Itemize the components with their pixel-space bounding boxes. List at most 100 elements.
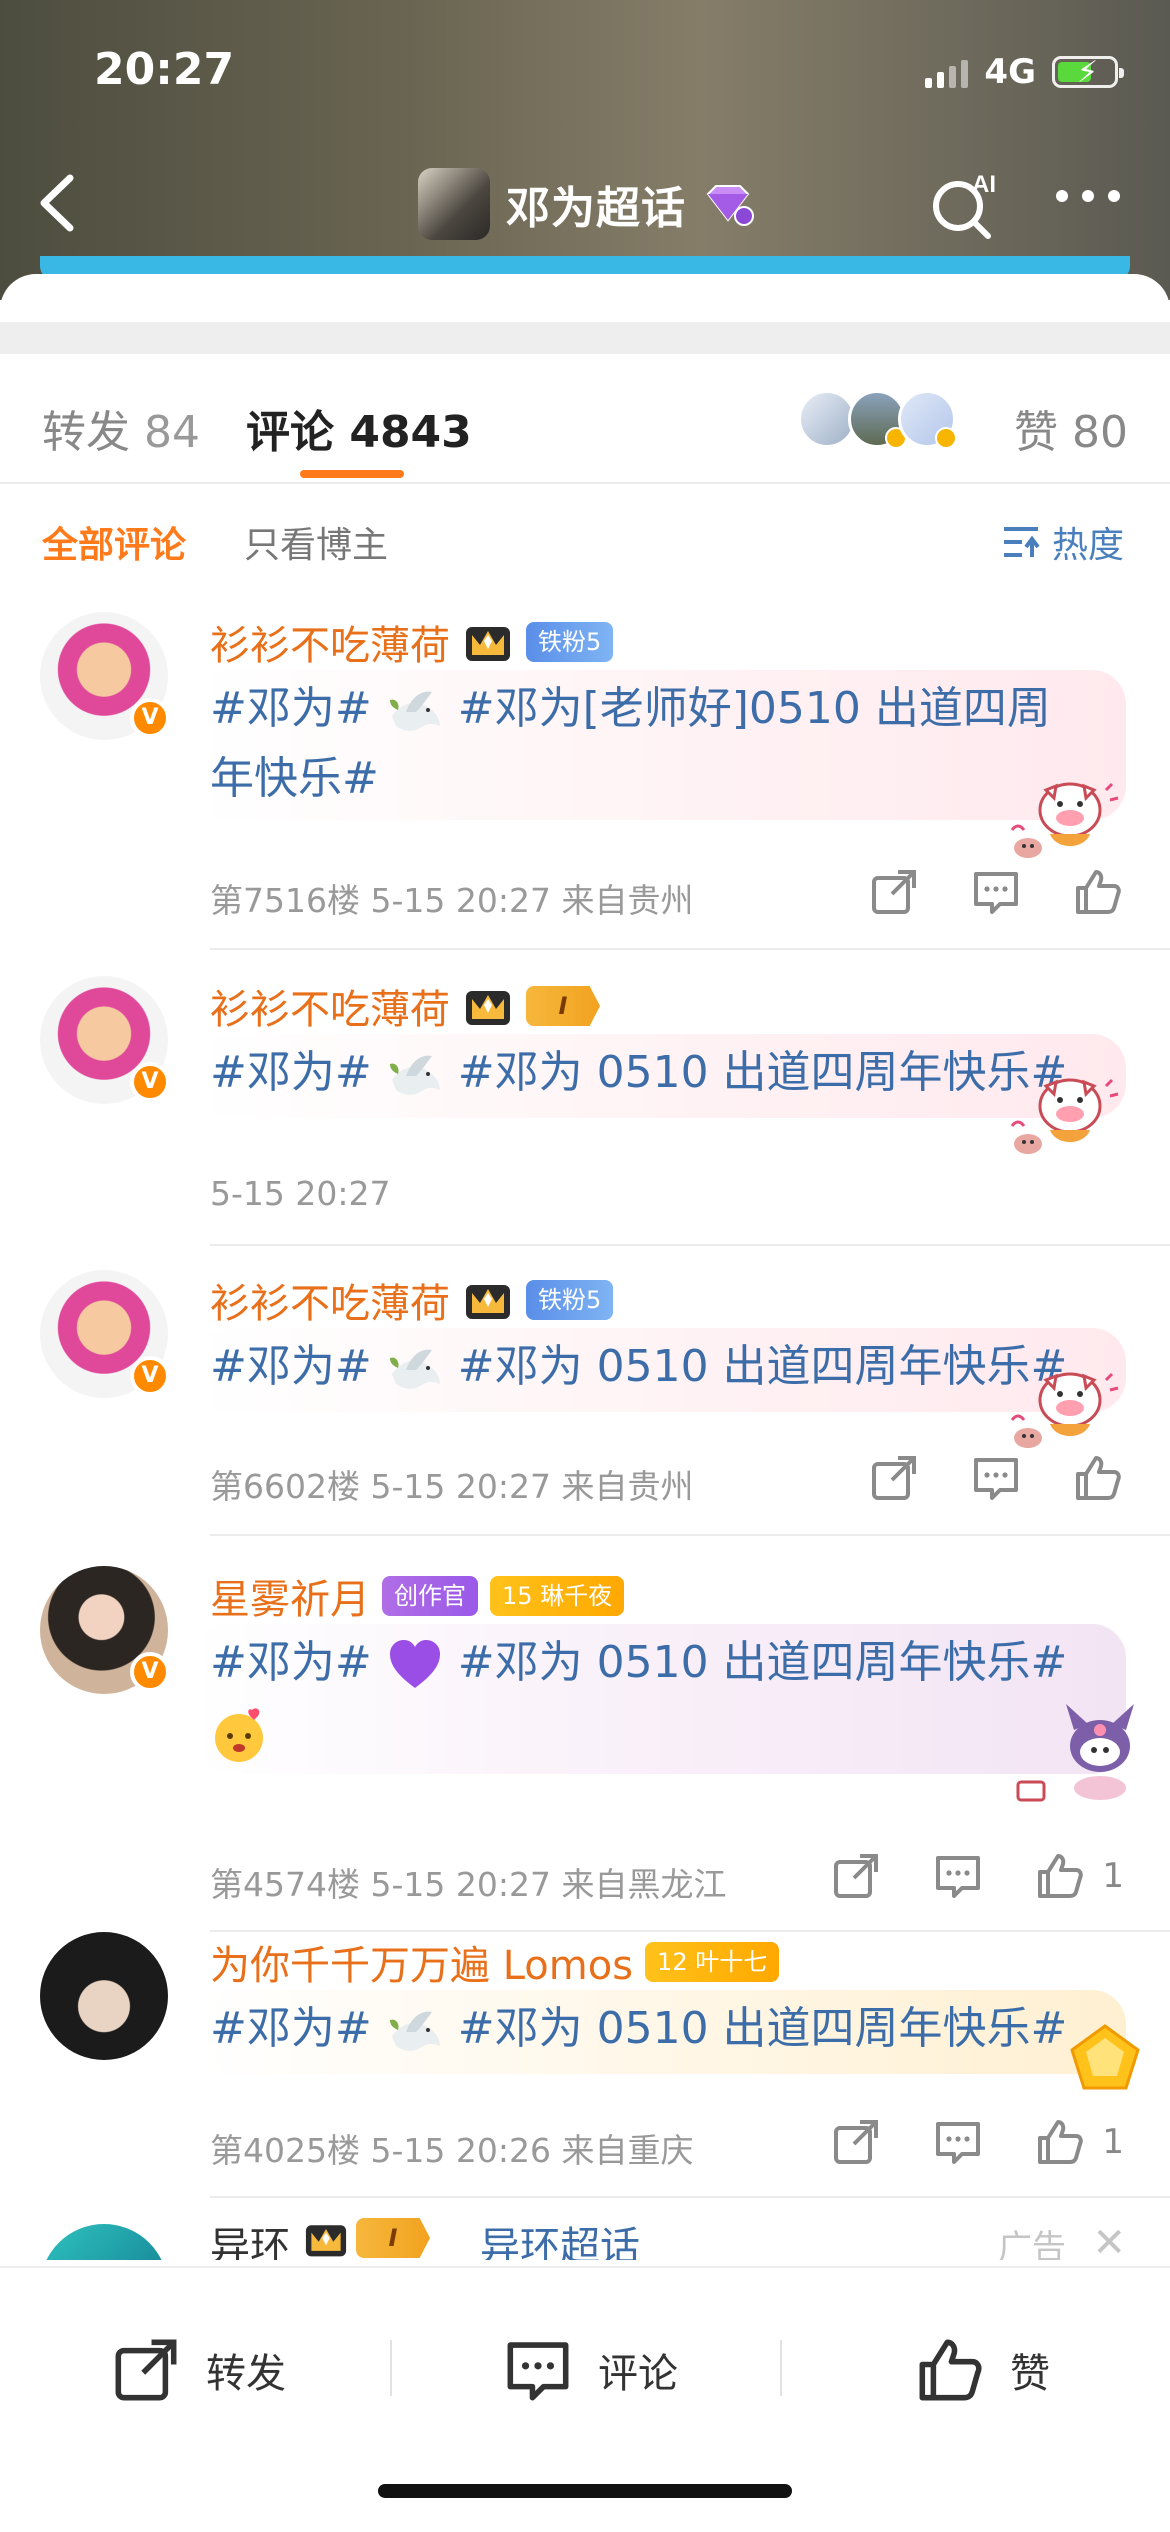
nav-title-group[interactable]: 邓为超话 <box>418 166 754 242</box>
comment-item[interactable]: V 星雾祈月 创作官 15 琳千夜 #邓为# #邓为 0510 出道四周年快乐# <box>0 1566 1170 1946</box>
avatar[interactable]: V <box>40 1270 170 1398</box>
like-label: 赞 <box>1010 2351 1050 2397</box>
tab-repost[interactable]: 转发 84 <box>42 396 200 460</box>
crown-icon <box>466 1285 510 1319</box>
floor-number: 第6602楼 <box>210 1467 360 1506</box>
comment-meta: 第6602楼 5-15 20:27 来自贵州 <box>210 1460 693 1508</box>
ai-search-icon[interactable]: AI <box>928 166 1004 242</box>
tab-comment-label: 评论 <box>246 407 334 458</box>
ad-topic-link[interactable]: 异环超话 <box>480 2214 640 2260</box>
topic-link[interactable]: #邓为# <box>210 1637 372 1688</box>
reply-icon[interactable] <box>932 2116 984 2168</box>
tab-like-label: 赞 <box>1014 407 1058 458</box>
verified-badge: V <box>130 1356 170 1396</box>
comment-icon <box>507 2342 569 2401</box>
ad-label: 广告 <box>998 2228 1066 2260</box>
status-icons: 4G ⚡ <box>925 52 1124 92</box>
comment-text[interactable]: #邓为# #邓为 0510 出道四周年快乐# <box>210 1332 1110 1402</box>
comment-header: 衫衫不吃薄荷 铁粉5 <box>210 1270 614 1330</box>
sort-button[interactable]: 热度 <box>1002 516 1124 568</box>
username[interactable]: 衫衫不吃薄荷 <box>210 977 450 1035</box>
tab-like[interactable]: 赞 80 <box>1014 396 1128 460</box>
ad-item[interactable]: 异环 I 异环超话 广告 ✕ <box>0 2214 1170 2260</box>
topic-link[interactable]: #邓为# <box>210 1341 372 1392</box>
username[interactable]: 衫衫不吃薄荷 <box>210 613 450 671</box>
comment-actions: 1 <box>780 2116 1124 2168</box>
share-icon[interactable] <box>868 1452 920 1504</box>
pig-sticker-icon <box>1010 782 1120 860</box>
like-icon[interactable] <box>1034 2116 1086 2168</box>
fan-level: 12 <box>657 1948 688 1976</box>
tab-comment[interactable]: 评论 4843 <box>246 396 472 460</box>
comment-header: 衫衫不吃薄荷 铁粉5 <box>210 612 614 672</box>
share-icon <box>115 2339 177 2401</box>
comment-actions <box>818 1452 1124 1504</box>
like-icon[interactable] <box>1034 1850 1086 1902</box>
ad-username[interactable]: 异环 <box>210 2214 290 2260</box>
comment-text[interactable]: #邓为# #邓为 0510 出道四周年快乐# <box>210 1994 1110 2064</box>
like-count: 1 <box>1102 2122 1124 2162</box>
topic-avatar <box>418 168 490 240</box>
liker-avatars[interactable] <box>798 390 957 449</box>
username[interactable]: 为你千千万万遍 Lomos <box>210 1933 633 1991</box>
divider <box>210 948 1170 950</box>
home-indicator <box>378 2484 792 2498</box>
avatar[interactable] <box>40 1932 168 2060</box>
topic-link[interactable]: #邓为 0510 出道四周年快乐# <box>458 1341 1068 1392</box>
sort-icon <box>1003 527 1040 557</box>
username[interactable]: 星雾祈月 <box>210 1567 370 1625</box>
dove-icon <box>389 691 440 731</box>
pig-sticker-icon <box>1010 1372 1120 1450</box>
repost-button[interactable]: 转发 <box>110 2334 286 2406</box>
location: 来自贵州 <box>561 881 694 920</box>
like-icon[interactable] <box>1072 866 1124 918</box>
topic-link[interactable]: #邓为# <box>210 1047 372 1098</box>
comment-text[interactable]: #邓为# #邓为 0510 出道四周年快乐# <box>210 1628 1110 1768</box>
timestamp: 5-15 20:26 <box>370 2131 551 2170</box>
more-icon[interactable] <box>1056 190 1120 202</box>
close-icon[interactable]: ✕ <box>1092 2220 1126 2260</box>
comment-item[interactable]: 为你千千万万遍 Lomos 12 叶十七 #邓为# #邓为 0510 出道四周年… <box>0 1932 1170 2212</box>
reply-icon[interactable] <box>932 1850 984 1902</box>
fan-group: 琳千夜 <box>540 1582 613 1610</box>
timestamp: 5-15 20:27 <box>370 881 551 920</box>
comment-header: 衫衫不吃薄荷 I <box>210 976 600 1036</box>
comment-button[interactable]: 评论 <box>502 2334 678 2406</box>
topic-link[interactable]: #邓为 0510 出道四周年快乐# <box>458 1637 1068 1688</box>
comment-text[interactable]: #邓为# #邓为 0510 出道四周年快乐# <box>210 1038 1110 1108</box>
share-icon[interactable] <box>830 1850 882 1902</box>
comment-item[interactable]: V 衫衫不吃薄荷 铁粉5 #邓为# #邓为 0510 出道四周年快乐# 第660… <box>0 1270 1170 1600</box>
share-icon[interactable] <box>830 2116 882 2168</box>
comment-item[interactable]: V 衫衫不吃薄荷 铁粉5 #邓为# #邓为[老师好]0510 出道四周年快乐# … <box>0 612 1170 962</box>
comment-item[interactable]: V 衫衫不吃薄荷 I #邓为# #邓为 0510 出道四周年快乐# 5-15 2… <box>0 976 1170 1256</box>
like-count: 1 <box>1102 1856 1124 1896</box>
fan-level-badge: 15 琳千夜 <box>490 1576 625 1616</box>
topic-link[interactable]: #邓为# <box>210 683 372 734</box>
topic-link[interactable]: #邓为 0510 出道四周年快乐# <box>458 2003 1068 2054</box>
comment-meta: 第4025楼 5-15 20:26 来自重庆 <box>210 2124 693 2172</box>
like-button[interactable]: 赞 <box>914 2334 1050 2406</box>
timestamp: 5-15 20:27 <box>210 1174 391 1213</box>
avatar[interactable]: V <box>40 612 170 740</box>
reply-icon[interactable] <box>970 1452 1022 1504</box>
crown-icon <box>466 991 510 1025</box>
tab-bar: 转发 84 评论 4843 赞 80 <box>0 354 1170 484</box>
sort-label: 热度 <box>1051 525 1124 566</box>
avatar[interactable]: V <box>40 1566 170 1694</box>
timestamp: 5-15 20:27 <box>370 1467 551 1506</box>
filter-all-comments[interactable]: 全部评论 <box>42 516 186 568</box>
username[interactable]: 衫衫不吃薄荷 <box>210 1271 450 1329</box>
reply-icon[interactable] <box>970 866 1022 918</box>
comment-text[interactable]: #邓为# #邓为[老师好]0510 出道四周年快乐# <box>210 674 1090 814</box>
like-icon <box>919 2339 982 2401</box>
topic-link[interactable]: #邓为# <box>210 2003 372 2054</box>
diamond-icon <box>706 185 754 226</box>
back-icon[interactable] <box>30 168 86 238</box>
filter-owner-only[interactable]: 只看博主 <box>244 516 388 568</box>
like-icon[interactable] <box>1072 1452 1124 1504</box>
avatar[interactable]: V <box>40 976 170 1104</box>
fan-level-badge: 12 叶十七 <box>645 1942 780 1982</box>
share-icon[interactable] <box>868 866 920 918</box>
separator <box>390 2340 392 2396</box>
topic-link[interactable]: #邓为 0510 出道四周年快乐# <box>458 1047 1068 1098</box>
